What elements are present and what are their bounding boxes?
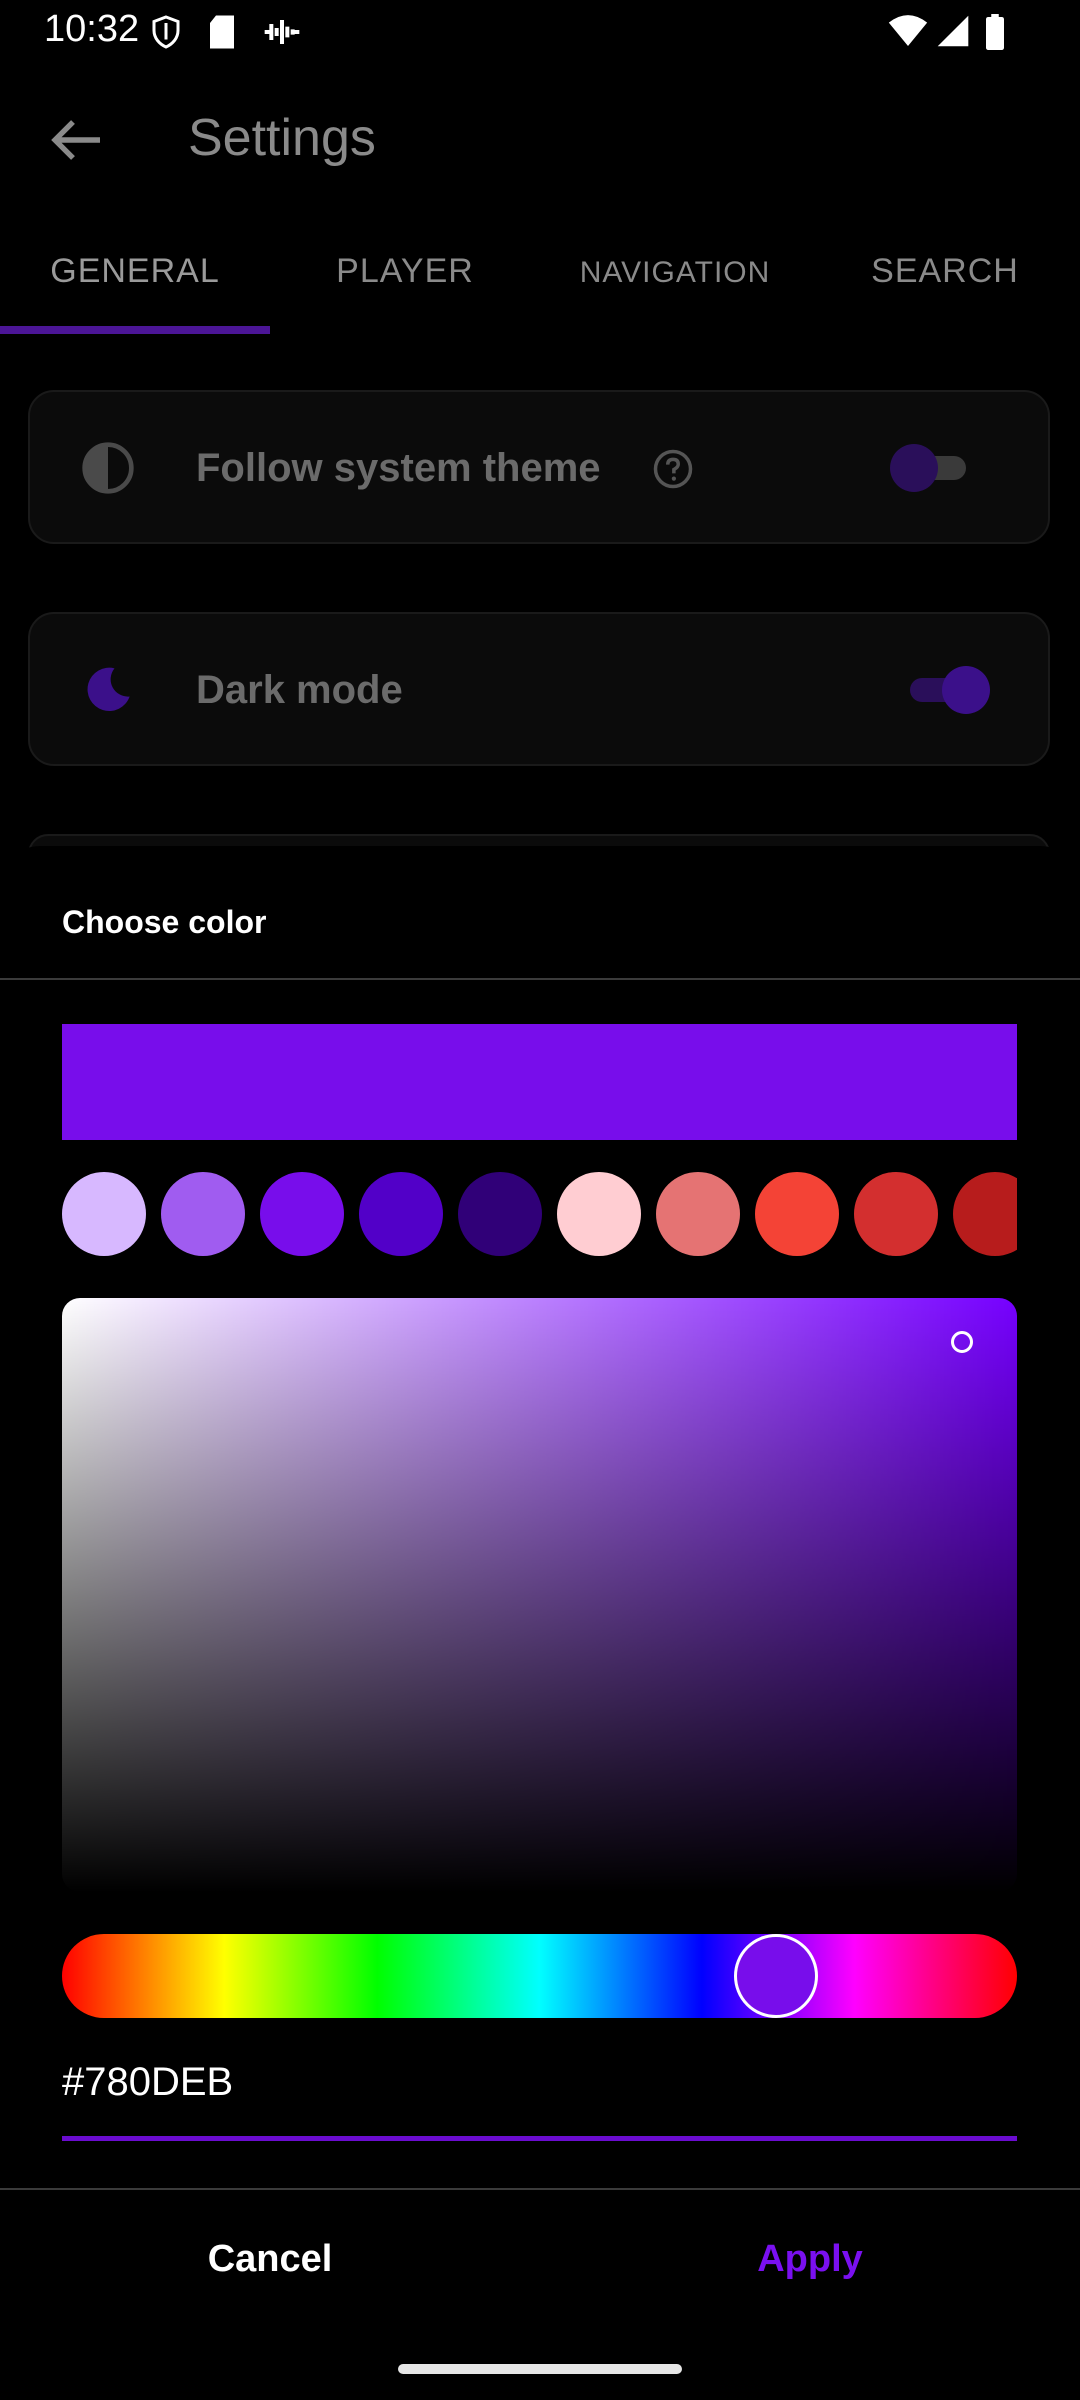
- divider: [0, 2188, 1080, 2190]
- color-swatch[interactable]: [854, 1172, 938, 1256]
- wifi-icon: [888, 14, 928, 53]
- home-indicator[interactable]: [398, 2364, 682, 2374]
- tab-search[interactable]: SEARCH: [810, 252, 1080, 332]
- color-swatch[interactable]: [656, 1172, 740, 1256]
- battery-icon: [984, 14, 1006, 55]
- saturation-value-picker[interactable]: [62, 1298, 1017, 1892]
- shield-icon: [148, 14, 184, 55]
- moon-icon: [82, 664, 134, 721]
- follow-system-theme-label: Follow system theme: [196, 446, 601, 490]
- apply-button[interactable]: Apply: [700, 2238, 920, 2318]
- cancel-button[interactable]: Cancel: [160, 2238, 380, 2318]
- divider: [0, 978, 1080, 980]
- color-swatch[interactable]: [755, 1172, 839, 1256]
- hue-slider[interactable]: [62, 1934, 1017, 2018]
- color-swatch[interactable]: [359, 1172, 443, 1256]
- tab-player[interactable]: PLAYER: [270, 252, 540, 332]
- follow-system-theme-toggle[interactable]: [886, 440, 976, 501]
- dark-mode-card[interactable]: [28, 612, 1050, 766]
- tab-navigation[interactable]: NAVIGATION: [540, 256, 810, 336]
- tab-general[interactable]: GENERAL: [0, 252, 270, 332]
- color-swatch[interactable]: [62, 1172, 146, 1256]
- dark-mode-label: Dark mode: [196, 668, 403, 712]
- back-arrow-icon[interactable]: [40, 104, 112, 176]
- status-time: 10:32: [44, 8, 140, 50]
- status-bar: 10:32: [0, 0, 1080, 62]
- signal-icon: [936, 14, 970, 53]
- sheet-title: Choose color: [62, 904, 267, 940]
- tab-indicator: [0, 326, 270, 334]
- saturation-value-cursor[interactable]: [951, 1331, 973, 1353]
- color-swatch[interactable]: [161, 1172, 245, 1256]
- color-swatch[interactable]: [953, 1172, 1017, 1256]
- contrast-icon: [80, 440, 136, 501]
- page-title: Settings: [188, 109, 376, 167]
- color-swatch[interactable]: [260, 1172, 344, 1256]
- help-icon[interactable]: [652, 448, 694, 495]
- hex-color-input[interactable]: #780DEB: [62, 2060, 1017, 2140]
- sd-card-icon: [206, 14, 238, 55]
- dark-mode-toggle[interactable]: [902, 662, 998, 723]
- hue-slider-thumb[interactable]: [734, 1934, 818, 2018]
- hex-input-underline: [62, 2136, 1017, 2141]
- color-swatch[interactable]: [458, 1172, 542, 1256]
- audio-wave-icon: [262, 14, 302, 55]
- color-swatches: [62, 1172, 1017, 1256]
- color-swatch[interactable]: [557, 1172, 641, 1256]
- color-preview: [62, 1024, 1017, 1140]
